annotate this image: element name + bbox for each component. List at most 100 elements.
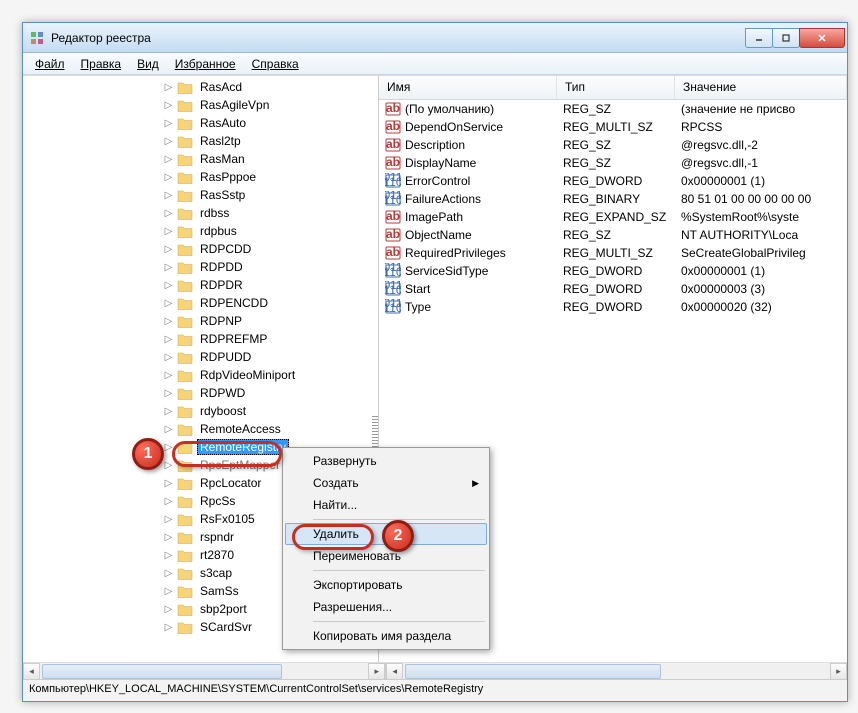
tree-item-rasauto[interactable]: ▷RasAuto — [23, 114, 378, 132]
list-row[interactable]: ServiceSidTypeREG_DWORD0x00000001 (1) — [379, 262, 847, 280]
expander-icon[interactable]: ▷ — [163, 424, 174, 435]
expander-icon[interactable]: ▷ — [163, 82, 174, 93]
scroll-right-button-2[interactable]: ▸ — [830, 663, 847, 680]
list-row[interactable]: ErrorControlREG_DWORD0x00000001 (1) — [379, 172, 847, 190]
expander-icon[interactable]: ▷ — [163, 226, 174, 237]
list-row[interactable]: FailureActionsREG_BINARY80 51 01 00 00 0… — [379, 190, 847, 208]
cm-rename[interactable]: Переименовать — [285, 545, 487, 567]
expander-icon[interactable]: ▷ — [163, 550, 174, 561]
cm-copy-key-name[interactable]: Копировать имя раздела — [285, 625, 487, 647]
tree-item-rdpvideominiport[interactable]: ▷RdpVideoMiniport — [23, 366, 378, 384]
tree-item-rdpnp[interactable]: ▷RDPNP — [23, 312, 378, 330]
expander-icon[interactable]: ▷ — [163, 172, 174, 183]
tree-item-raspppoe[interactable]: ▷RasPppoe — [23, 168, 378, 186]
list-row[interactable]: TypeREG_DWORD0x00000020 (32) — [379, 298, 847, 316]
tree-item-rasacd[interactable]: ▷RasAcd — [23, 78, 378, 96]
list-row[interactable]: DependOnServiceREG_MULTI_SZRPCSS — [379, 118, 847, 136]
scroll-left-button-2[interactable]: ◂ — [386, 663, 403, 680]
tree-item-rdpudd[interactable]: ▷RDPUDD — [23, 348, 378, 366]
cm-export[interactable]: Экспортировать — [285, 574, 487, 596]
close-button[interactable] — [799, 28, 845, 48]
tree-item-rdpwd[interactable]: ▷RDPWD — [23, 384, 378, 402]
expander-icon[interactable]: ▷ — [163, 208, 174, 219]
cm-create[interactable]: Создать▶ — [285, 472, 487, 494]
expander-icon[interactable]: ▷ — [163, 244, 174, 255]
col-header-value[interactable]: Значение — [675, 76, 847, 99]
tree-item-rdpcdd[interactable]: ▷RDPCDD — [23, 240, 378, 258]
tree-item-rdpencdd[interactable]: ▷RDPENCDD — [23, 294, 378, 312]
menu-edit[interactable]: Правка — [73, 55, 130, 73]
window-title: Редактор реестра — [51, 31, 746, 45]
tree-item-label: rdbss — [197, 205, 232, 221]
menu-favorites[interactable]: Избранное — [167, 55, 244, 73]
scroll-thumb-right[interactable] — [405, 664, 661, 679]
tree-item-rdpdd[interactable]: ▷RDPDD — [23, 258, 378, 276]
menu-help[interactable]: Справка — [244, 55, 307, 73]
expander-icon[interactable]: ▷ — [163, 568, 174, 579]
tree-item-rdyboost[interactable]: ▷rdyboost — [23, 402, 378, 420]
expander-icon[interactable]: ▷ — [163, 478, 174, 489]
expander-icon[interactable]: ▷ — [163, 604, 174, 615]
horizontal-scrollbar[interactable]: ◂ ▸ ◂ ▸ — [23, 662, 847, 679]
cm-separator — [313, 621, 485, 622]
col-header-name[interactable]: Имя — [379, 76, 557, 99]
tree-item-rasman[interactable]: ▷RasMan — [23, 150, 378, 168]
expander-icon[interactable]: ▷ — [163, 334, 174, 345]
expander-icon[interactable]: ▷ — [163, 370, 174, 381]
menu-file[interactable]: Файл — [27, 55, 73, 73]
menu-view[interactable]: Вид — [129, 55, 167, 73]
expander-icon[interactable]: ▷ — [163, 298, 174, 309]
expander-icon[interactable]: ▷ — [163, 118, 174, 129]
expander-icon[interactable]: ▷ — [163, 316, 174, 327]
tree-item-rasagilevpn[interactable]: ▷RasAgileVpn — [23, 96, 378, 114]
tree-item-label: RDPDR — [197, 277, 246, 293]
scroll-thumb-left[interactable] — [42, 664, 282, 679]
tree-item-rdpbus[interactable]: ▷rdpbus — [23, 222, 378, 240]
list-row[interactable]: DescriptionREG_SZ@regsvc.dll,-2 — [379, 136, 847, 154]
list-row[interactable]: ObjectNameREG_SZNT AUTHORITY\Loca — [379, 226, 847, 244]
expander-icon[interactable]: ▷ — [163, 280, 174, 291]
minimize-button[interactable] — [745, 28, 773, 48]
expander-icon[interactable]: ▷ — [163, 406, 174, 417]
value-type: REG_DWORD — [557, 264, 675, 278]
list-row[interactable]: ImagePathREG_EXPAND_SZ%SystemRoot%\syste — [379, 208, 847, 226]
tree-item-remoteaccess[interactable]: ▷RemoteAccess — [23, 420, 378, 438]
maximize-button[interactable] — [772, 28, 800, 48]
list-row[interactable]: DisplayNameREG_SZ@regsvc.dll,-1 — [379, 154, 847, 172]
tree-item-rdbss[interactable]: ▷ rdbss — [23, 204, 378, 222]
list-row[interactable]: (По умолчанию)REG_SZ(значение не присво — [379, 100, 847, 118]
expander-icon[interactable]: ▷ — [163, 136, 174, 147]
cm-expand[interactable]: Развернуть — [285, 450, 487, 472]
expander-icon[interactable]: ▷ — [163, 496, 174, 507]
expander-icon[interactable]: ▷ — [163, 352, 174, 363]
expander-icon[interactable]: ▷ — [163, 586, 174, 597]
annotation-badge-1: 1 — [132, 438, 164, 470]
col-header-type[interactable]: Тип — [557, 76, 675, 99]
scroll-left-button[interactable]: ◂ — [23, 663, 40, 680]
expander-icon[interactable]: ▷ — [163, 532, 174, 543]
expander-icon[interactable]: ▷ — [163, 100, 174, 111]
tree-item-label: rspndr — [197, 529, 237, 545]
titlebar[interactable]: Редактор реестра — [23, 23, 847, 53]
tree-item-rasl2tp[interactable]: ▷Rasl2tp — [23, 132, 378, 150]
value-data: @regsvc.dll,-1 — [675, 156, 847, 170]
cm-find[interactable]: Найти... — [285, 494, 487, 516]
expander-icon[interactable]: ▷ — [163, 460, 174, 471]
expander-icon[interactable]: ▷ — [163, 190, 174, 201]
tree-item-rassstp[interactable]: ▷RasSstp — [23, 186, 378, 204]
string-value-icon — [385, 245, 401, 261]
scroll-right-button[interactable]: ▸ — [368, 663, 385, 680]
expander-icon[interactable]: ▷ — [163, 262, 174, 273]
tree-item-rdpdr[interactable]: ▷ RDPDR — [23, 276, 378, 294]
list-row[interactable]: RequiredPrivilegesREG_MULTI_SZSeCreateGl… — [379, 244, 847, 262]
list-row[interactable]: StartREG_DWORD0x00000003 (3) — [379, 280, 847, 298]
expander-icon[interactable]: ▷ — [163, 442, 174, 453]
cm-permissions[interactable]: Разрешения... — [285, 596, 487, 618]
expander-icon[interactable]: ▷ — [163, 154, 174, 165]
expander-icon[interactable]: ▷ — [163, 622, 174, 633]
expander-icon[interactable]: ▷ — [163, 514, 174, 525]
tree-item-rdprefmp[interactable]: ▷RDPREFMP — [23, 330, 378, 348]
context-menu: Развернуть Создать▶ Найти... Удалить Пер… — [282, 447, 490, 650]
value-name: ServiceSidType — [405, 264, 488, 278]
expander-icon[interactable]: ▷ — [163, 388, 174, 399]
